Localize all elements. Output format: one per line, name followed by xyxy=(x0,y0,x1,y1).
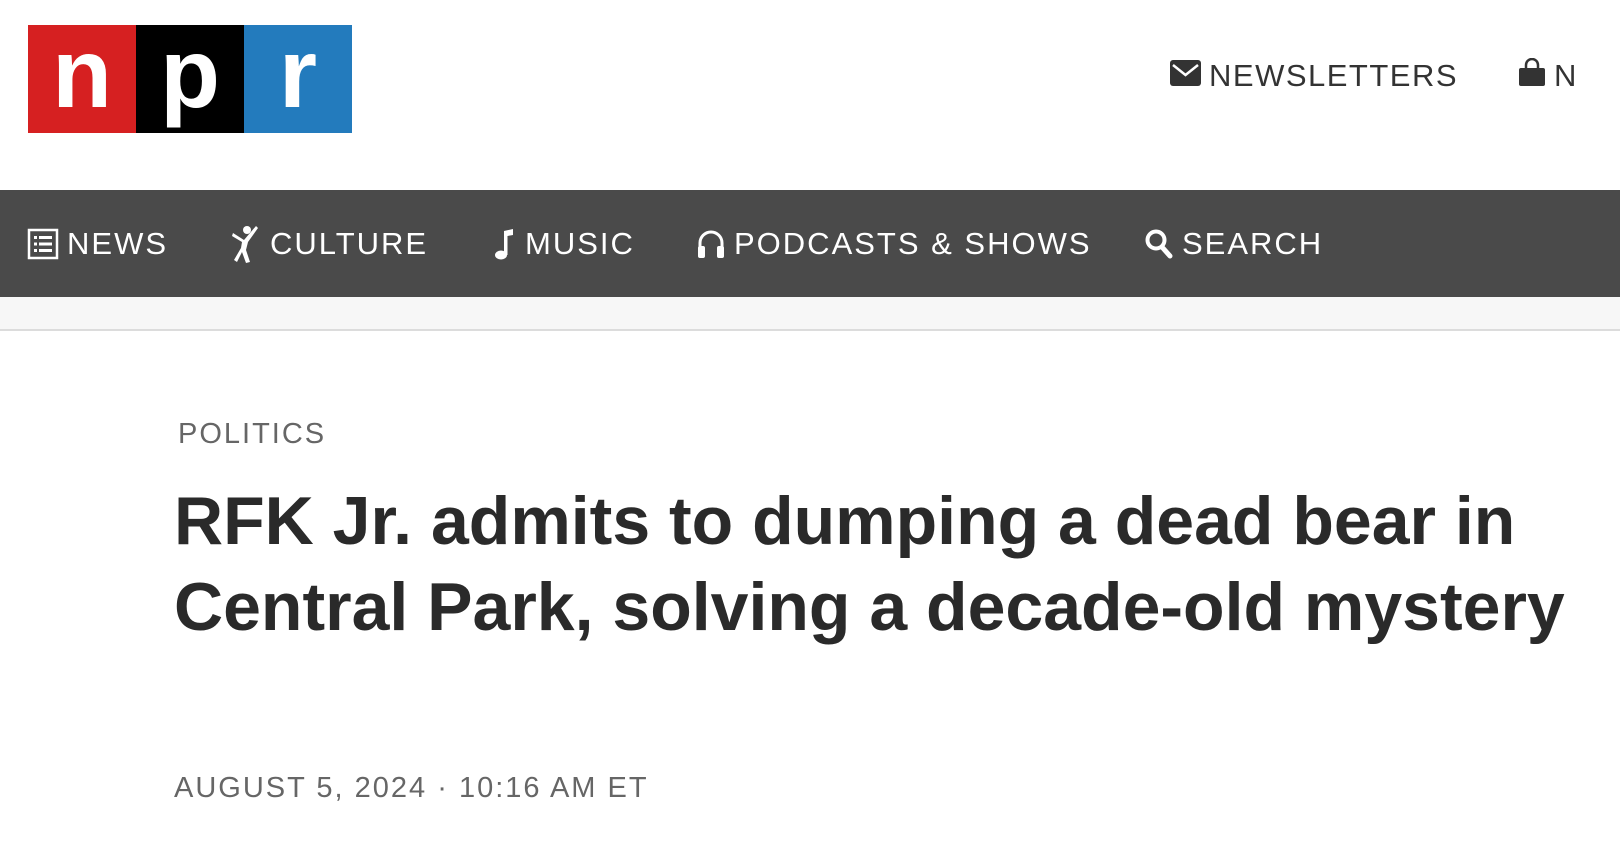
main-nav: NEWS CULTURE MUSIC PODCASTS & SHOWS SEAR… xyxy=(0,190,1620,297)
nav-item-search[interactable]: SEARCH xyxy=(1144,190,1323,297)
nav-label: MUSIC xyxy=(525,225,635,261)
nav-item-podcasts-shows[interactable]: PODCASTS & SHOWS xyxy=(696,190,1092,297)
article-date: AUGUST 5, 2024 xyxy=(174,772,428,804)
site-header: n p r NEWSLETTERS N xyxy=(0,0,1620,190)
article-dateline: AUGUST 5, 2024 · 10:16 AM ET xyxy=(174,772,649,805)
page: n p r NEWSLETTERS N NEWS CULTURE MUSIC P… xyxy=(0,0,1620,862)
logo-n-block: n xyxy=(28,25,136,133)
nav-divider-strip xyxy=(0,297,1620,331)
newsletters-link[interactable]: NEWSLETTERS xyxy=(1170,58,1458,94)
nav-label: PODCASTS & SHOWS xyxy=(734,225,1092,261)
nav-label: CULTURE xyxy=(270,225,429,261)
section-label[interactable]: POLITICS xyxy=(178,418,326,451)
nav-label: NEWS xyxy=(67,225,168,261)
shop-link[interactable]: N xyxy=(1518,57,1578,94)
logo-p-block: p xyxy=(136,25,244,133)
shopping-bag-icon xyxy=(1518,57,1546,94)
nav-label: SEARCH xyxy=(1182,225,1324,261)
search-icon xyxy=(1144,228,1174,260)
logo-r-block: r xyxy=(244,25,352,133)
npr-logo[interactable]: n p r xyxy=(28,25,352,133)
nav-item-culture[interactable]: CULTURE xyxy=(230,190,428,297)
nav-item-news[interactable]: NEWS xyxy=(27,190,168,297)
nav-item-music[interactable]: MUSIC xyxy=(491,190,635,297)
dateline-separator: · xyxy=(437,772,449,804)
music-note-icon xyxy=(491,227,517,261)
envelope-icon xyxy=(1170,58,1201,94)
headphones-icon xyxy=(696,228,726,260)
news-list-icon xyxy=(27,228,59,260)
article-headline: RFK Jr. admits to dumping a dead bear in… xyxy=(174,483,1565,645)
article-time: 10:16 AM ET xyxy=(458,772,649,804)
newsletters-label: NEWSLETTERS xyxy=(1209,58,1459,93)
shop-label: N xyxy=(1554,58,1578,93)
culture-figure-icon xyxy=(230,224,262,264)
